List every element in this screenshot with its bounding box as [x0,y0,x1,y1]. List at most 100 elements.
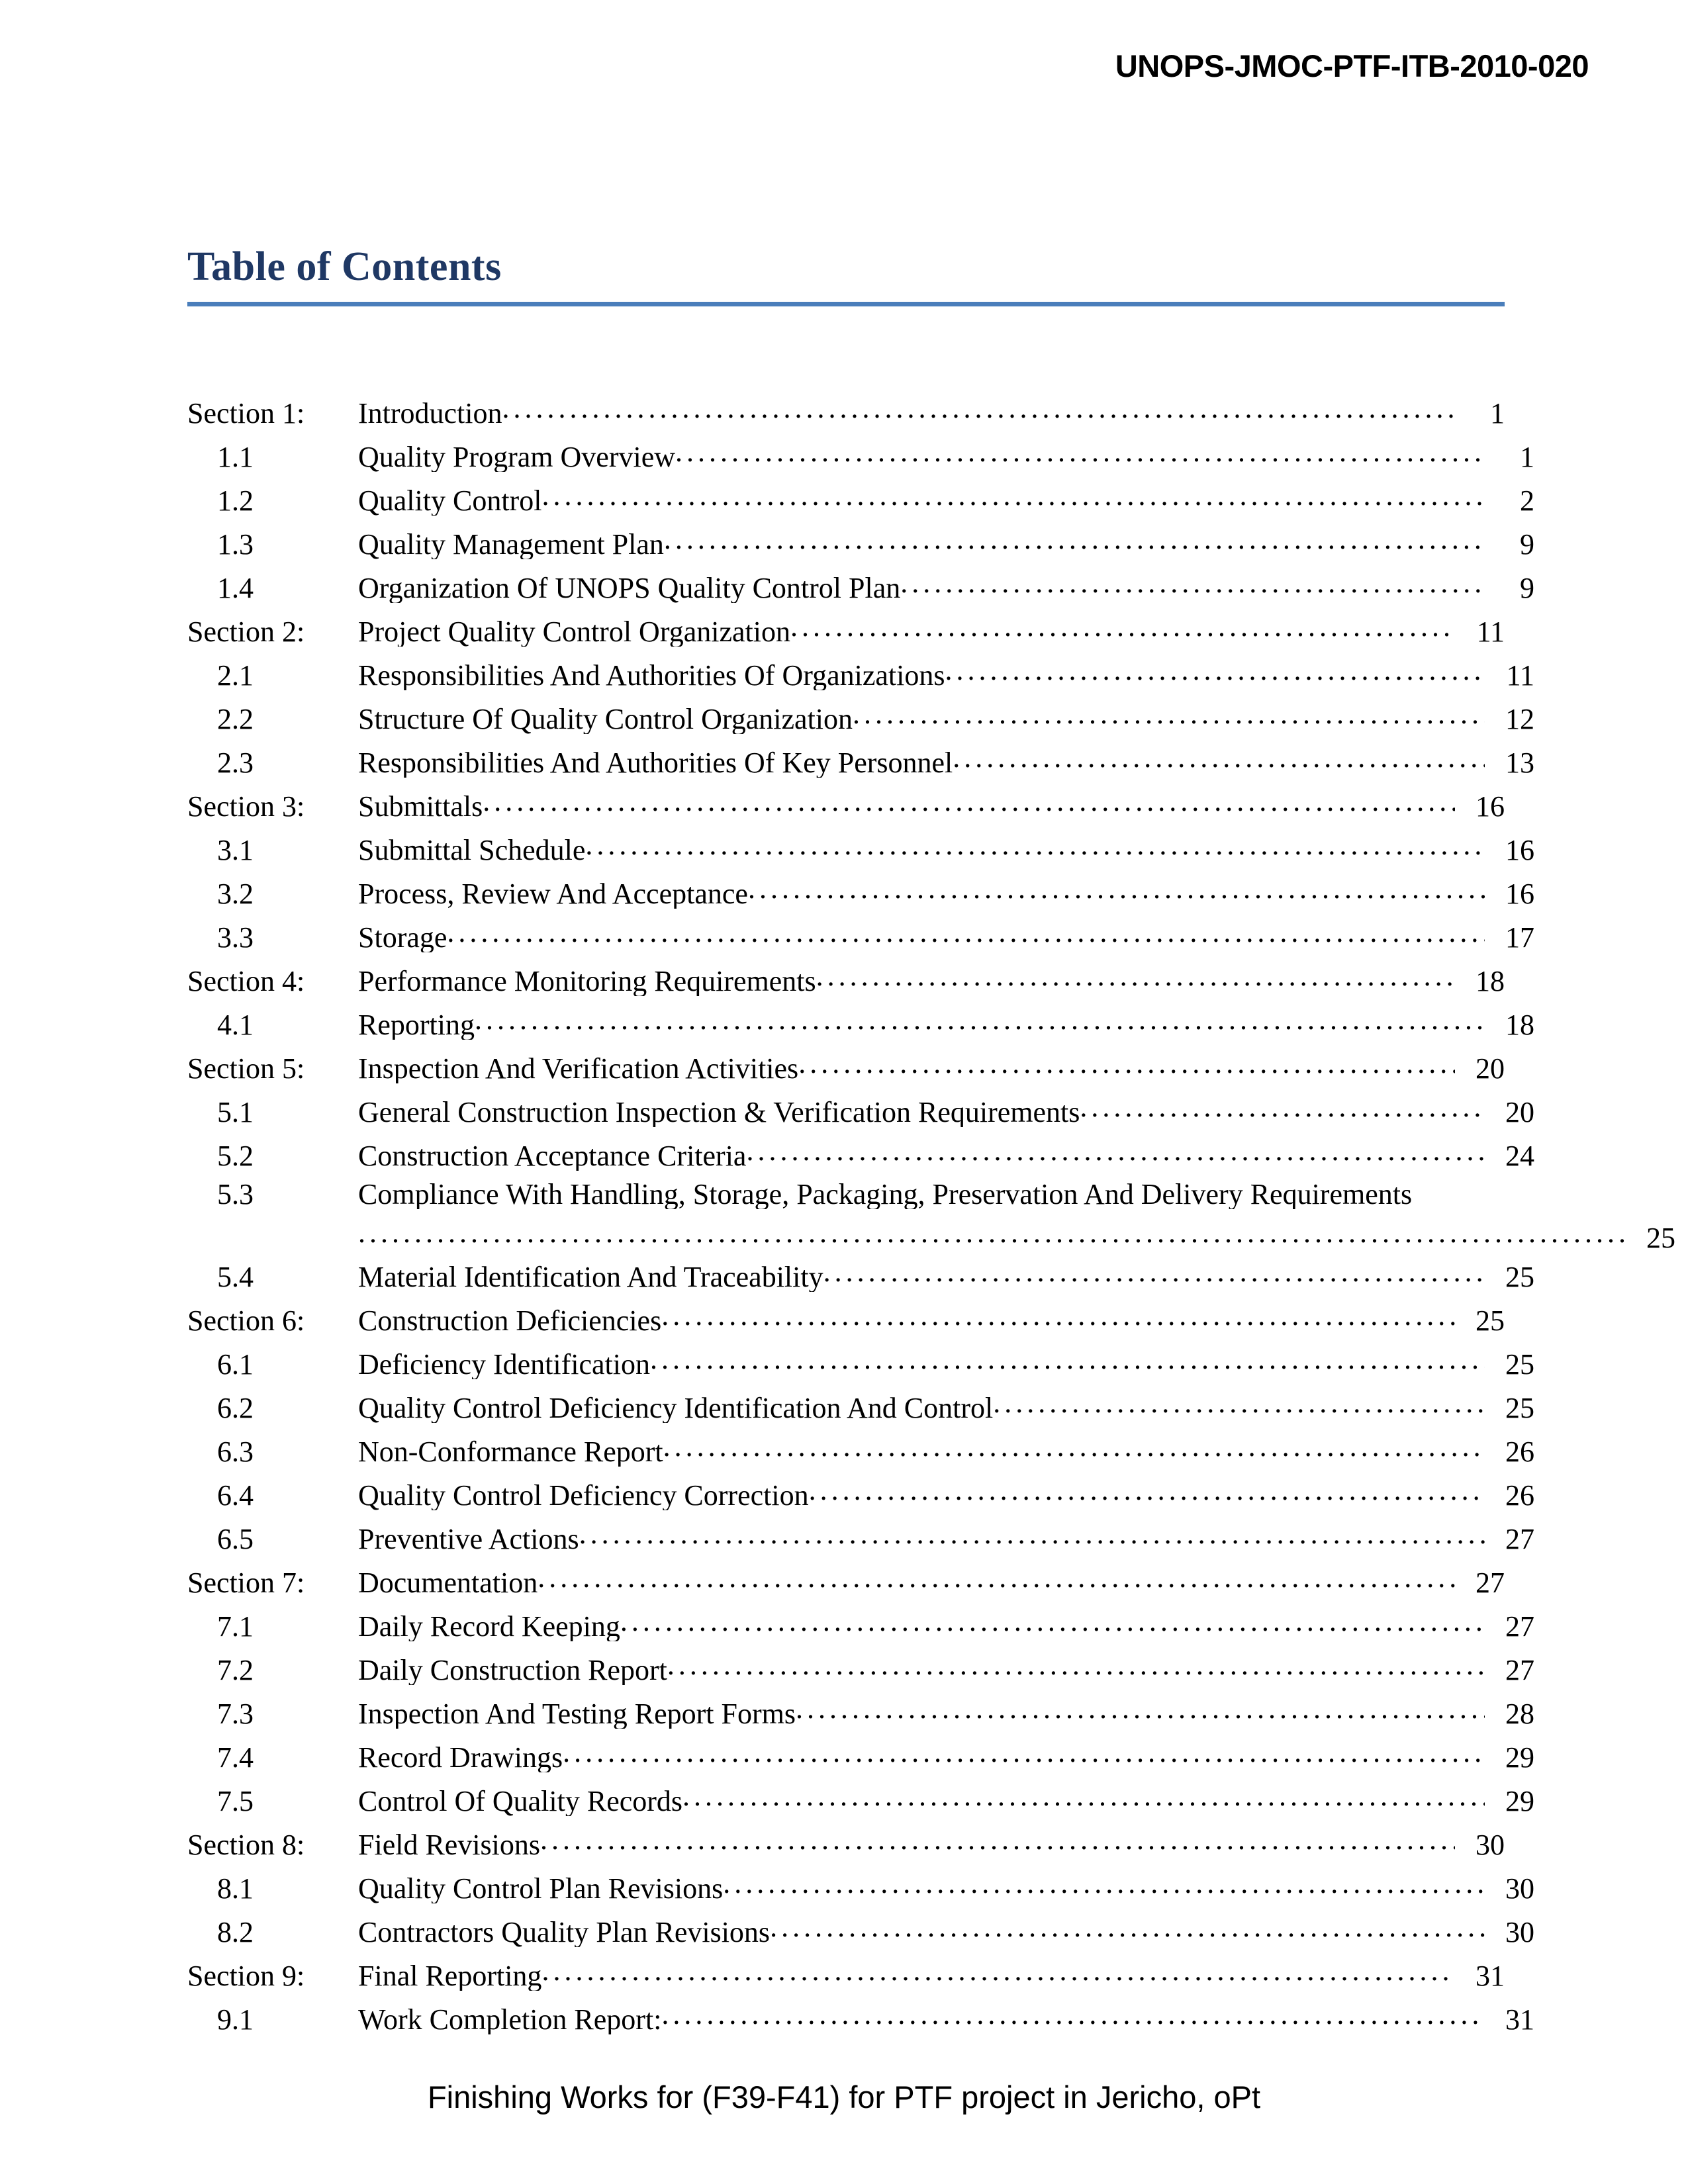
toc-entry-page-number: 11 [1476,615,1505,648]
toc-entry-page-number: 29 [1505,1741,1534,1774]
toc-entry[interactable]: Section 2: Project Quality Control Organi… [187,608,1505,651]
toc-entry-label: Quality Control Deficiency Identificatio… [358,1394,994,1423]
toc-entry-page-number: 25 [1476,1304,1505,1337]
page-title: Table of Contents [187,244,502,289]
toc-entry-number: 7.5 [217,1785,254,1817]
toc-dot-leader [809,1476,1485,1505]
toc-entry[interactable]: 1.1 Quality Program Overview 1 [187,433,1534,477]
toc-entry[interactable]: 6.4 Quality Control Deficiency Correction… [187,1471,1534,1515]
toc-entry-label: Compliance With Handling, Storage, Packa… [358,1180,1413,1209]
toc-dot-leader [682,1782,1485,1811]
toc-entry[interactable]: 2.3 Responsibilities And Authorities Of K… [187,739,1534,782]
toc-entry-number: 7.3 [217,1698,254,1730]
toc-entry[interactable]: Section 1: Introduction 1 [187,389,1505,433]
toc-entry[interactable]: 7.5 Control Of Quality Records 29 [187,1777,1534,1821]
toc-entry-page-number: 25 [1646,1222,1675,1254]
toc-entry[interactable]: 6.2 Quality Control Deficiency Identifica… [187,1384,1534,1428]
toc-entry-label: Quality Control Plan Revisions [358,1874,724,1903]
toc-dot-leader [358,1218,1626,1248]
toc-entry[interactable]: Section 9: Final Reporting 31 [187,1952,1505,1995]
toc-entry[interactable]: 7.4 Record Drawings 29 [187,1733,1534,1777]
toc-entry-number: 8.2 [217,1916,254,1948]
toc-entry[interactable]: 7.2 Daily Construction Report 27 [187,1646,1534,1690]
toc-entry-number: Section 3: [187,790,305,823]
toc-entry[interactable]: 1.3 Quality Management Plan 9 [187,520,1534,564]
toc-dot-leader [993,1388,1485,1418]
toc-entry-page-number: 30 [1505,1916,1534,1948]
toc-entry[interactable]: 3.1 Submittal Schedule 16 [187,826,1534,870]
toc-entry[interactable]: 2.2 Structure Of Quality Control Organiza… [187,695,1534,739]
toc-entry-label: Inspection And Verification Activities [358,1054,799,1083]
toc-entry-number: 2.2 [217,703,254,735]
toc-entry-line-2: 25 [217,1209,1675,1253]
toc-entry-label: Introduction [358,399,502,428]
toc-entry[interactable]: Section 7: Documentation 27 [187,1559,1505,1602]
toc-entry[interactable]: 3.2 Process, Review And Acceptance 16 [187,870,1534,913]
toc-entry-label: Responsibilities And Authorities Of Orga… [358,661,945,690]
toc-entry-number: 3.1 [217,834,254,866]
toc-entry[interactable]: 7.3 Inspection And Testing Report Forms 28 [187,1690,1534,1733]
toc-dot-leader [620,1607,1485,1636]
toc-entry[interactable]: 8.1 Quality Control Plan Revisions 30 [187,1864,1534,1908]
toc-dot-leader [538,1563,1455,1592]
toc-entry[interactable]: Section 3: Submittals 16 [187,782,1505,826]
toc-dot-leader [798,1049,1455,1078]
toc-entry[interactable]: 4.1 Reporting 18 [187,1001,1534,1044]
toc-entry-number: 6.4 [217,1479,254,1512]
table-of-contents-list: Section 1: Introduction 1 1.1 Quality Progra… [187,389,1675,2039]
toc-dot-leader [563,1738,1485,1767]
toc-dot-leader [579,1520,1485,1549]
toc-entry-number: 9.1 [217,2003,254,2036]
toc-entry[interactable]: 9.1 Work Completion Report: 31 [187,1995,1534,2039]
toc-entry[interactable]: Section 8: Field Revisions 30 [187,1821,1505,1864]
toc-entry[interactable]: Section 6: Construction Deficiencies 25 [187,1297,1505,1340]
toc-entry[interactable]: 8.2 Contractors Quality Plan Revisions 30 [187,1908,1534,1952]
toc-dot-leader [585,831,1485,860]
toc-entry-number: 5.3 [217,1178,254,1210]
toc-entry-label: Responsibilities And Authorities Of Key … [358,749,953,778]
toc-entry[interactable]: Section 5: Inspection And Verification Ac… [187,1044,1505,1088]
toc-entry[interactable]: 2.1 Responsibilities And Authorities Of O… [187,651,1534,695]
toc-entry-number: Section 1: [187,397,305,430]
toc-entry-label: Documentation [358,1569,538,1598]
toc-entry[interactable]: 5.1 General Construction Inspection & Ver… [187,1088,1534,1132]
toc-entry-label: Performance Monitoring Requirements [358,967,816,996]
toc-entry-page-number: 28 [1505,1698,1534,1730]
toc-entry-page-number: 16 [1505,878,1534,910]
toc-entry[interactable]: 3.3 Storage 17 [187,913,1534,957]
toc-entry-label: Field Revisions [358,1831,541,1860]
toc-entry-page-number: 1 [1520,441,1534,473]
toc-entry[interactable]: 1.4 Organization Of UNOPS Quality Control… [187,564,1534,608]
toc-entry-label: Material Identification And Traceability [358,1263,823,1292]
toc-entry-number: 3.2 [217,878,254,910]
toc-entry-page-number: 12 [1505,703,1534,735]
toc-entry[interactable]: 5.3 Compliance With Handling, Storage, Pa… [187,1175,1675,1253]
toc-entry[interactable]: 5.4 Material Identification And Traceabil… [187,1253,1534,1297]
toc-entry-number: Section 8: [187,1829,305,1861]
toc-entry-page-number: 11 [1506,659,1534,692]
toc-dot-leader [748,874,1485,903]
toc-entry-page-number: 16 [1505,834,1534,866]
toc-entry-page-number: 30 [1505,1872,1534,1905]
toc-entry-page-number: 9 [1520,528,1534,561]
toc-entry[interactable]: 6.1 Deficiency Identification 25 [187,1340,1534,1384]
title-divider [187,302,1505,306]
toc-dot-leader [945,656,1485,685]
toc-entry[interactable]: 1.2 Quality Control 2 [187,477,1534,520]
toc-entry-number: Section 2: [187,615,305,648]
toc-entry[interactable]: 6.5 Preventive Actions 27 [187,1515,1534,1559]
toc-entry-label: Record Drawings [358,1743,563,1772]
toc-entry-number: Section 5: [187,1052,305,1085]
toc-entry[interactable]: 5.2 Construction Acceptance Criteria 24 [187,1132,1534,1175]
toc-entry[interactable]: Section 4: Performance Monitoring Require… [187,957,1505,1001]
toc-entry-number: 6.2 [217,1392,254,1424]
toc-entry[interactable]: 6.3 Non-Conformance Report 26 [187,1428,1534,1471]
toc-entry[interactable]: 7.1 Daily Record Keeping 27 [187,1602,1534,1646]
toc-dot-leader [770,1913,1485,1942]
toc-entry-page-number: 25 [1505,1392,1534,1424]
toc-dot-leader [816,962,1455,991]
toc-entry-page-number: 20 [1476,1052,1505,1085]
toc-dot-leader [661,1301,1455,1330]
toc-entry-page-number: 31 [1505,2003,1534,2036]
toc-entry-label: Quality Control Deficiency Correction [358,1481,809,1510]
